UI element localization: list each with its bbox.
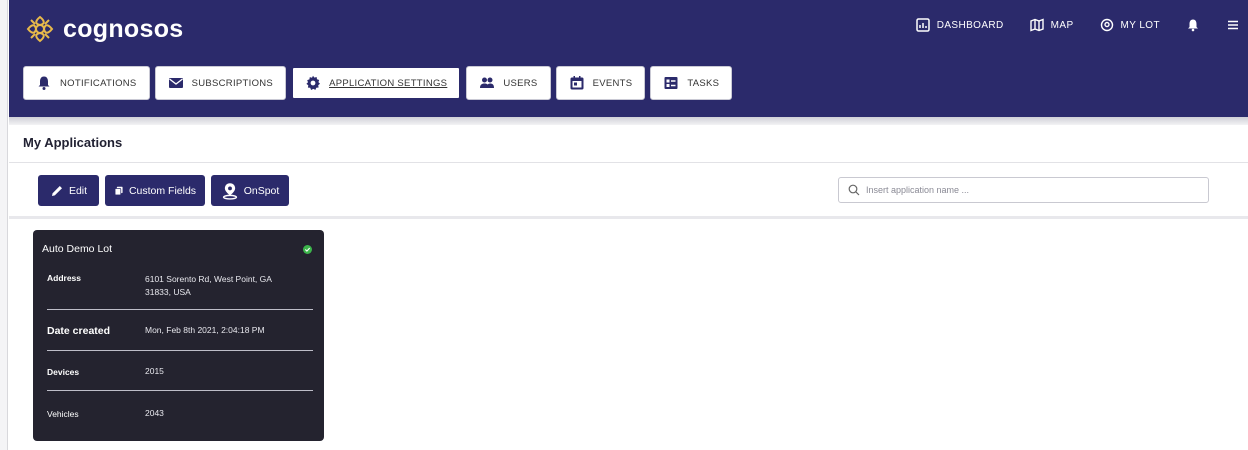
card-divider	[47, 309, 313, 310]
tab-users-label: USERS	[503, 77, 538, 89]
tab-notifications[interactable]: NOTIFICATIONS	[23, 66, 150, 100]
tab-subscriptions-label: SUBSCRIPTIONS	[191, 77, 274, 89]
vehicles-row: Vehicles 2043	[47, 407, 313, 420]
devices-value: 2015	[145, 366, 164, 376]
nav-my-lot[interactable]: MY LOT	[1100, 18, 1160, 32]
search-input[interactable]	[866, 185, 1196, 195]
settings-tabs: NOTIFICATIONS SUBSCRIPTIONS APPLICATION …	[23, 66, 733, 100]
nav-map-label: MAP	[1050, 19, 1074, 31]
card-title: Auto Demo Lot	[42, 243, 113, 255]
address-value: 6101 Sorento Rd, West Point, GA 31833, U…	[145, 273, 272, 299]
nav-map[interactable]: MAP	[1029, 18, 1074, 32]
check-icon	[304, 247, 311, 252]
card-divider	[47, 350, 313, 351]
cognosos-logo-icon	[26, 15, 54, 43]
onspot-button-label: OnSpot	[243, 184, 280, 197]
tab-users[interactable]: USERS	[466, 66, 551, 100]
tab-events[interactable]: EVENTS	[555, 66, 646, 100]
application-card[interactable]: Auto Demo Lot Address 6101 Sorento Rd, W…	[33, 230, 324, 441]
top-nav: DASHBOARD MAP MY LOT	[915, 18, 1240, 32]
hamburger-menu-button[interactable]	[1226, 18, 1240, 32]
status-badge	[303, 245, 312, 254]
vehicles-label: Vehicles	[47, 408, 79, 419]
notifications-button[interactable]	[1186, 18, 1200, 32]
calendar-icon	[570, 76, 584, 90]
tasks-icon	[664, 77, 678, 89]
date-created-row: Date created Mon, Feb 8th 2021, 2:04:18 …	[47, 324, 313, 337]
date-created-value: Mon, Feb 8th 2021, 2:04:18 PM	[145, 325, 265, 335]
users-icon	[480, 77, 495, 88]
window-left-edge	[0, 0, 8, 450]
top-navigation-bar: cognosos DASHBOARD MAP MY LOT NOTIFICATI…	[9, 0, 1248, 117]
nav-my-lot-label: MY LOT	[1120, 19, 1160, 31]
divider	[9, 216, 1248, 219]
address-line-1: 6101 Sorento Rd, West Point, GA	[145, 274, 272, 284]
devices-row: Devices 2015	[47, 365, 313, 378]
tab-application-settings-label: APPLICATION SETTINGS	[329, 77, 448, 89]
tab-tasks[interactable]: TASKS	[650, 66, 733, 100]
brand-name: cognosos	[63, 14, 184, 43]
bell-icon	[38, 76, 50, 90]
tab-events-label: EVENTS	[592, 77, 633, 89]
tab-application-settings[interactable]: APPLICATION SETTINGS	[291, 66, 462, 100]
address-row: Address 6101 Sorento Rd, West Point, GA …	[47, 273, 313, 299]
onspot-button[interactable]: OnSpot	[211, 175, 289, 206]
custom-fields-button[interactable]: Custom Fields	[105, 175, 205, 206]
envelope-icon	[168, 78, 183, 88]
page-title: My Applications	[23, 135, 123, 150]
copy-icon	[114, 186, 123, 195]
bell-icon	[1188, 19, 1198, 32]
tab-subscriptions[interactable]: SUBSCRIPTIONS	[154, 66, 287, 100]
custom-fields-button-label: Custom Fields	[128, 184, 197, 197]
pencil-icon	[51, 185, 62, 196]
date-created-label: Date created	[47, 324, 111, 337]
map-icon	[1029, 18, 1044, 32]
devices-label: Devices	[47, 366, 80, 377]
card-divider	[47, 390, 313, 391]
divider	[9, 162, 1248, 163]
header-shadow	[9, 117, 1248, 125]
gear-icon	[306, 75, 321, 90]
address-line-2: 31833, USA	[145, 287, 191, 297]
hamburger-menu-icon	[1228, 20, 1238, 30]
brand[interactable]: cognosos	[25, 14, 183, 44]
edit-button-label: Edit	[68, 184, 88, 197]
nav-dashboard-label: DASHBOARD	[936, 19, 1004, 31]
onspot-pin-icon	[222, 182, 237, 200]
location-pin-icon	[1100, 18, 1113, 32]
address-label: Address	[47, 273, 82, 283]
search-icon	[848, 184, 860, 196]
dashboard-icon	[915, 18, 930, 32]
nav-dashboard[interactable]: DASHBOARD	[915, 18, 1004, 32]
vehicles-value: 2043	[145, 408, 164, 418]
tab-tasks-label: TASKS	[687, 77, 720, 89]
tab-notifications-label: NOTIFICATIONS	[60, 77, 137, 89]
edit-button[interactable]: Edit	[38, 175, 99, 206]
application-search[interactable]	[838, 177, 1209, 203]
